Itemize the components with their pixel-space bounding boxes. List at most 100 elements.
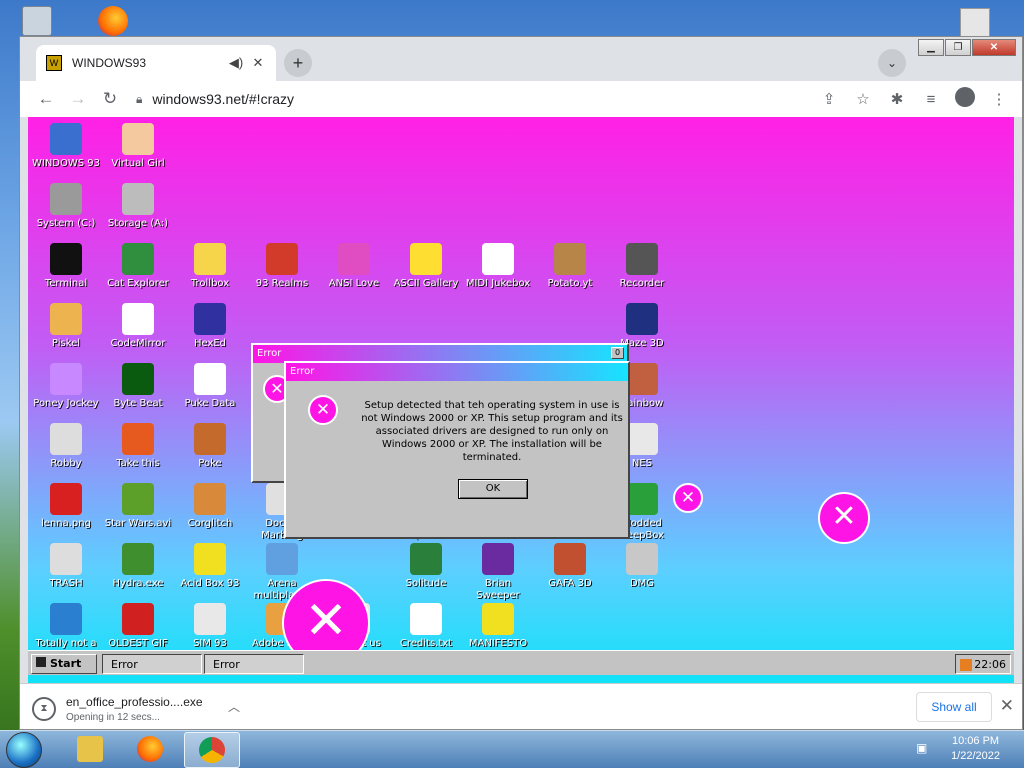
app-icon [626,243,658,275]
network-icon[interactable]: ▣ [916,741,932,757]
desktop-icon-label: Puke Data [184,398,236,409]
error-dialog-front[interactable]: Error ✕ Setup detected that teh operatin… [284,361,630,539]
desktop-icon-potato-yt[interactable]: Potato.yt [534,243,606,290]
close-icon[interactable]: ✕ [1000,696,1014,716]
forward-arrow-icon[interactable]: → [62,89,94,109]
desktop-icon-label: Totally not a [35,638,97,649]
desktop-icon-93-realms[interactable]: 93 Realms [246,243,318,290]
explorer-taskbar-button[interactable] [62,732,118,768]
app-icon [482,243,514,275]
error-titlebar[interactable]: Error [286,363,628,381]
desktop-icon-hexed[interactable]: HexEd [174,303,246,350]
error-x-icon: ✕ [308,395,338,425]
task-error-2[interactable]: Error [204,654,304,674]
menu-dots-icon[interactable]: ⋮ [982,90,1016,108]
desktop-icon-hydra-exe[interactable]: Hydra.exe [102,543,174,590]
desktop-icon-label: TRASH [49,578,83,589]
desktop-icon-system-c[interactable]: System (C:) [30,183,102,230]
browser-window: W WINDOWS93 ◀) ✕ + ⌄ ▁ ❐ ✕ ← → ↻ 🔒︎ wind… [19,36,1023,730]
desktop-icon-poke[interactable]: Poke [174,423,246,470]
desktop-icon-brian-sweeper[interactable]: Brian Sweeper [462,543,534,602]
desktop-icon-label: Solitude [405,578,447,589]
desktop-icon-windows-93[interactable]: WINDOWS 93 [30,123,102,170]
desktop-icon-terminal[interactable]: Terminal [30,243,102,290]
extensions-icon[interactable]: ✱ [880,90,914,108]
windows7-taskbar: ▣ 10:06 PM 1/22/2022 [0,730,1024,768]
desktop-icon-take-this[interactable]: Take this [102,423,174,470]
desktop-icon-acid-box-93[interactable]: Acid Box 93 [174,543,246,590]
desktop-icon-trash[interactable]: TRASH [30,543,102,590]
desktop-icon-virtual-girl[interactable]: Virtual Girl [102,123,174,170]
address-bar[interactable]: 🔒︎ windows93.net/#!crazy [136,91,294,107]
desktop-icon-credits-txt[interactable]: Credits.txt [390,603,462,650]
firefox-taskbar-button[interactable] [122,732,178,768]
window-controls: ▁ ❐ ✕ [917,39,1016,56]
lock-icon[interactable]: 🔒︎ [136,92,142,107]
desktop-icon-ascii-gallery[interactable]: ASCII Gallery [390,243,462,290]
desktop-icon-star-wars-avi[interactable]: Star Wars.avi [102,483,174,530]
desktop-icon-dmg[interactable]: DMG [606,543,678,590]
desktop-icon-storage-a[interactable]: Storage (A:) [102,183,174,230]
desktop-icon-piskel[interactable]: Piskel [30,303,102,350]
tab-windows93[interactable]: W WINDOWS93 ◀) ✕ [36,45,276,81]
chrome-taskbar-button[interactable] [184,732,240,768]
desktop-icon-byte-beat[interactable]: Byte Beat [102,363,174,410]
close-icon[interactable]: 0 [611,347,624,359]
desktop-icon-solitude[interactable]: Solitude [390,543,462,590]
system-clock[interactable]: 10:06 PM 1/22/2022 [951,734,1000,764]
close-window-icon[interactable]: ✕ [972,39,1016,56]
desktop-icon-label: Credits.txt [399,638,453,649]
new-tab-button[interactable]: + [284,49,312,77]
start-orb-icon[interactable] [6,732,42,768]
desktop-icon-ansi-love[interactable]: ANSI Love [318,243,390,290]
desktop-icon-robby[interactable]: Robby [30,423,102,470]
desktop-icon-gafa-3d[interactable]: GAFA 3D [534,543,606,590]
app-icon [338,243,370,275]
close-icon[interactable]: ✕ [250,55,266,71]
app-icon [482,603,514,635]
task-error-1[interactable]: Error [102,654,202,674]
generic-file-icon[interactable] [960,8,990,38]
reload-icon[interactable]: ↻ [94,89,126,109]
recycle-bin-icon[interactable] [22,6,52,36]
desktop-icon-label: GAFA 3D [548,578,592,589]
desktop-icon-label: OLDEST GIF [108,638,168,649]
ok-button[interactable]: OK [458,479,528,499]
desktop-icon-manifesto[interactable]: MANIFESTO [462,603,534,650]
desktop-icon-recorder[interactable]: Recorder [606,243,678,290]
share-icon[interactable]: ⇪ [812,90,846,108]
minimize-icon[interactable]: ▁ [918,39,944,56]
desktop-icon-cat-explorer[interactable]: Cat Explorer [102,243,174,290]
chevron-up-icon[interactable]: ︿ [228,698,240,715]
download-item[interactable]: ⧗ en_office_professio....exe Opening in … [32,692,248,726]
windows93-desktop: WINDOWS 93 Virtual Girl System (C:) Storage… [28,117,1014,683]
desktop-icon-oldest-gif[interactable]: OLDEST GIF [102,603,174,650]
profile-icon[interactable] [948,87,982,111]
firefox-icon[interactable] [98,6,128,36]
restore-icon[interactable]: ❐ [945,39,971,56]
media-icon[interactable]: ≡ [914,91,948,108]
desktop-icon-puke-data[interactable]: Puke Data [174,363,246,410]
app-icon [122,303,154,335]
speaker-icon[interactable]: ◀) [228,55,244,71]
app-icon [626,363,658,395]
desktop-icon-codemirror[interactable]: CodeMirror [102,303,174,350]
desktop-icon-midi-jukebox[interactable]: MIDI Jukebox [462,243,534,290]
desktop-icon-sim-93[interactable]: SIM 93 [174,603,246,650]
rss-icon[interactable] [960,659,972,671]
desktop-icon-corglitch[interactable]: Corglitch [174,483,246,530]
desktop-icon-trollbox[interactable]: Trollbox [174,243,246,290]
desktop-icon-lenna-png[interactable]: lenna.png [30,483,102,530]
desktop-icon-poney-jockey[interactable]: Poney Jockey [30,363,102,410]
desktop-icon-label: Brian Sweeper [476,578,520,601]
desktop-icon-totally-not-a[interactable]: Totally not a [30,603,102,650]
start-button[interactable]: Start [31,654,97,674]
desktop-icon-label: Hydra.exe [112,578,164,589]
app-icon [50,603,82,635]
tab-search-button[interactable]: ⌄ [878,49,906,77]
back-arrow-icon[interactable]: ← [30,89,62,109]
show-all-button[interactable]: Show all [916,692,992,722]
star-icon[interactable]: ☆ [846,90,880,108]
app-icon [554,543,586,575]
tab-strip: W WINDOWS93 ◀) ✕ + ⌄ ▁ ❐ ✕ [20,37,1022,81]
